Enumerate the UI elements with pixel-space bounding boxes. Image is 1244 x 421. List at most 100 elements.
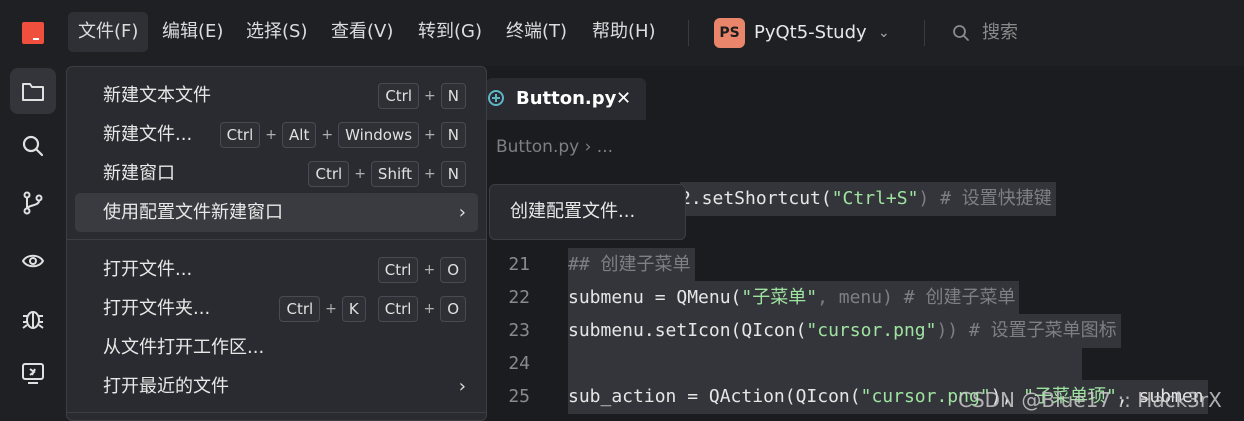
code-line: submenu = QMenu("子菜单", menu) # 创建子菜单 (568, 281, 1020, 315)
code-line: 2.setShortcut("Ctrl+S") # 设置快捷键 (680, 182, 1056, 216)
close-icon[interactable]: ✕ (616, 78, 631, 120)
code-token: sub_action = QAction(QIcon( (568, 386, 861, 407)
keyboard-shortcut: Ctrl + N (378, 83, 466, 109)
explorer-icon[interactable] (10, 68, 56, 114)
menu-help[interactable]: 帮助(H) (582, 12, 666, 52)
project-badge[interactable]: PS (714, 18, 745, 48)
divider (688, 20, 689, 46)
code-line: submenu.setIcon(QIcon("cursor.png")) # 设… (568, 314, 1121, 348)
menu-item[interactable]: 使用配置文件新建窗口 › (75, 193, 478, 232)
shortcut-key: O (440, 296, 466, 322)
code-token: "cursor.png" (806, 320, 937, 341)
chevron-down-icon[interactable]: ⌄ (878, 18, 890, 48)
shortcut-key: Ctrl (377, 296, 419, 322)
title-bar: 文件(F) 编辑(E) 选择(S) 查看(V) 转到(G) 终端(T) 帮助(H… (0, 0, 1244, 66)
menu-item[interactable]: 打开文件夹... Ctrl + K Ctrl + O (75, 289, 478, 328)
tab-button-py[interactable]: Button.py ✕ (486, 78, 646, 120)
code-token: submenu = QMenu( (568, 287, 742, 308)
menu-view[interactable]: 查看(V) (321, 12, 403, 52)
line-number: 21 (508, 254, 530, 275)
plus-sign: + (325, 301, 337, 317)
code-token: , menu) # 创建子菜单 (817, 287, 1016, 308)
shortcut-key: Windows (338, 122, 420, 148)
activity-bar (0, 66, 66, 421)
line-number: 23 (508, 320, 530, 341)
chevron-right-icon: › (458, 376, 466, 397)
shortcut-key: Shift (370, 161, 420, 187)
menu-item-label: 使用配置文件新建窗口 (103, 202, 283, 223)
shortcut-key: O (440, 257, 466, 283)
line-number: 24 (508, 353, 530, 374)
menu-divider (67, 239, 486, 240)
shortcut-key: Ctrl (219, 122, 261, 148)
line-number: 25 (508, 386, 530, 407)
code-token: submenu.setIcon(QIcon( (568, 320, 807, 341)
menu-divider (67, 412, 486, 413)
run-icon[interactable] (10, 238, 56, 284)
menu-item-create-profile[interactable]: 创建配置文件... (510, 185, 635, 239)
project-name[interactable]: PyQt5-Study (754, 18, 867, 48)
python-file-icon (488, 90, 504, 106)
shortcut-key: N (440, 161, 466, 187)
menu-item[interactable]: 新建文件... Ctrl + Alt + Windows + N (75, 115, 478, 154)
plus-sign: + (265, 127, 278, 143)
menu-item-label: 打开文件夹... (103, 298, 211, 319)
menu-file[interactable]: 文件(F) (68, 12, 149, 52)
code-token: ## 创建子菜单 (568, 254, 691, 275)
shortcut-key: N (440, 83, 466, 109)
line-number: 22 (508, 287, 530, 308)
profile-submenu: 创建配置文件... (489, 184, 686, 240)
menu-item[interactable]: 新建文本文件 Ctrl + N (75, 76, 478, 115)
debug-icon[interactable] (10, 296, 56, 342)
plus-sign: + (424, 127, 436, 143)
source-control-icon[interactable] (10, 180, 56, 226)
search-icon[interactable] (10, 123, 56, 169)
menu-item-label: 新建文本文件 (103, 85, 211, 106)
shortcut-key: Ctrl (279, 296, 321, 322)
code-token: "Ctrl+S" (831, 188, 919, 209)
menu-item-label: 打开文件... (103, 259, 193, 280)
shortcut-key: Ctrl (308, 161, 350, 187)
file-menu-dropdown: 新建文本文件 Ctrl + N 新建文件... Ctrl + Alt + Windows + N 新建窗… (66, 66, 487, 421)
keyboard-shortcut: Ctrl + Shift + N (308, 161, 466, 187)
code-token: ) # 设置快捷键 (918, 188, 1052, 209)
menu-selection[interactable]: 选择(S) (236, 12, 317, 52)
chevron-right-icon: › (458, 202, 466, 223)
divider (924, 20, 925, 46)
code-token: "子菜单" (741, 287, 818, 308)
app-logo-icon (22, 22, 44, 44)
code-token: )) # 设置子菜单图标 (936, 320, 1117, 341)
plus-sign: + (321, 127, 334, 143)
menu-item[interactable]: 打开最近的文件 › (75, 367, 478, 406)
shortcut-key: Ctrl (378, 83, 420, 109)
shortcut-key: Ctrl (377, 257, 419, 283)
menu-go[interactable]: 转到(G) (408, 12, 492, 52)
plus-sign: + (424, 88, 436, 104)
menu-item[interactable]: 新建窗口 Ctrl + Shift + N (75, 154, 478, 193)
menu-item-label: 打开最近的文件 (103, 376, 229, 397)
plus-sign: + (354, 166, 366, 182)
plus-sign: + (423, 301, 436, 317)
menu-item-label: 从文件打开工作区... (103, 337, 265, 358)
editor-area: Button.py ✕ Button.py › ... 2.setShortcu… (486, 66, 1244, 421)
menu-terminal[interactable]: 终端(T) (496, 12, 577, 52)
breadcrumb[interactable]: Button.py › ... (496, 134, 613, 160)
tab-label: Button.py (516, 88, 617, 109)
keyboard-shortcut: Ctrl + K Ctrl + O (279, 296, 466, 322)
code-line (568, 347, 1082, 381)
code-token: 2.setShortcut( (680, 188, 832, 209)
keyboard-shortcut: Ctrl + Alt + Windows + N (219, 122, 466, 148)
menu-item[interactable]: 打开文件... Ctrl + O (75, 250, 478, 289)
keyboard-shortcut: Ctrl + O (377, 257, 466, 283)
search-icon[interactable] (952, 24, 970, 42)
shortcut-key: Alt (282, 122, 317, 148)
code-line: ## 创建子菜单 (568, 248, 695, 282)
search-box[interactable]: 搜索 (982, 18, 1018, 48)
menu-item[interactable]: 从文件打开工作区... (75, 328, 478, 367)
shortcut-key: N (440, 122, 466, 148)
menu-item-label: 新建文件... (103, 124, 193, 145)
plus-sign: + (423, 262, 436, 278)
menu-item-label: 新建窗口 (103, 163, 175, 184)
menu-edit[interactable]: 编辑(E) (152, 12, 233, 52)
remote-icon[interactable] (10, 350, 56, 396)
